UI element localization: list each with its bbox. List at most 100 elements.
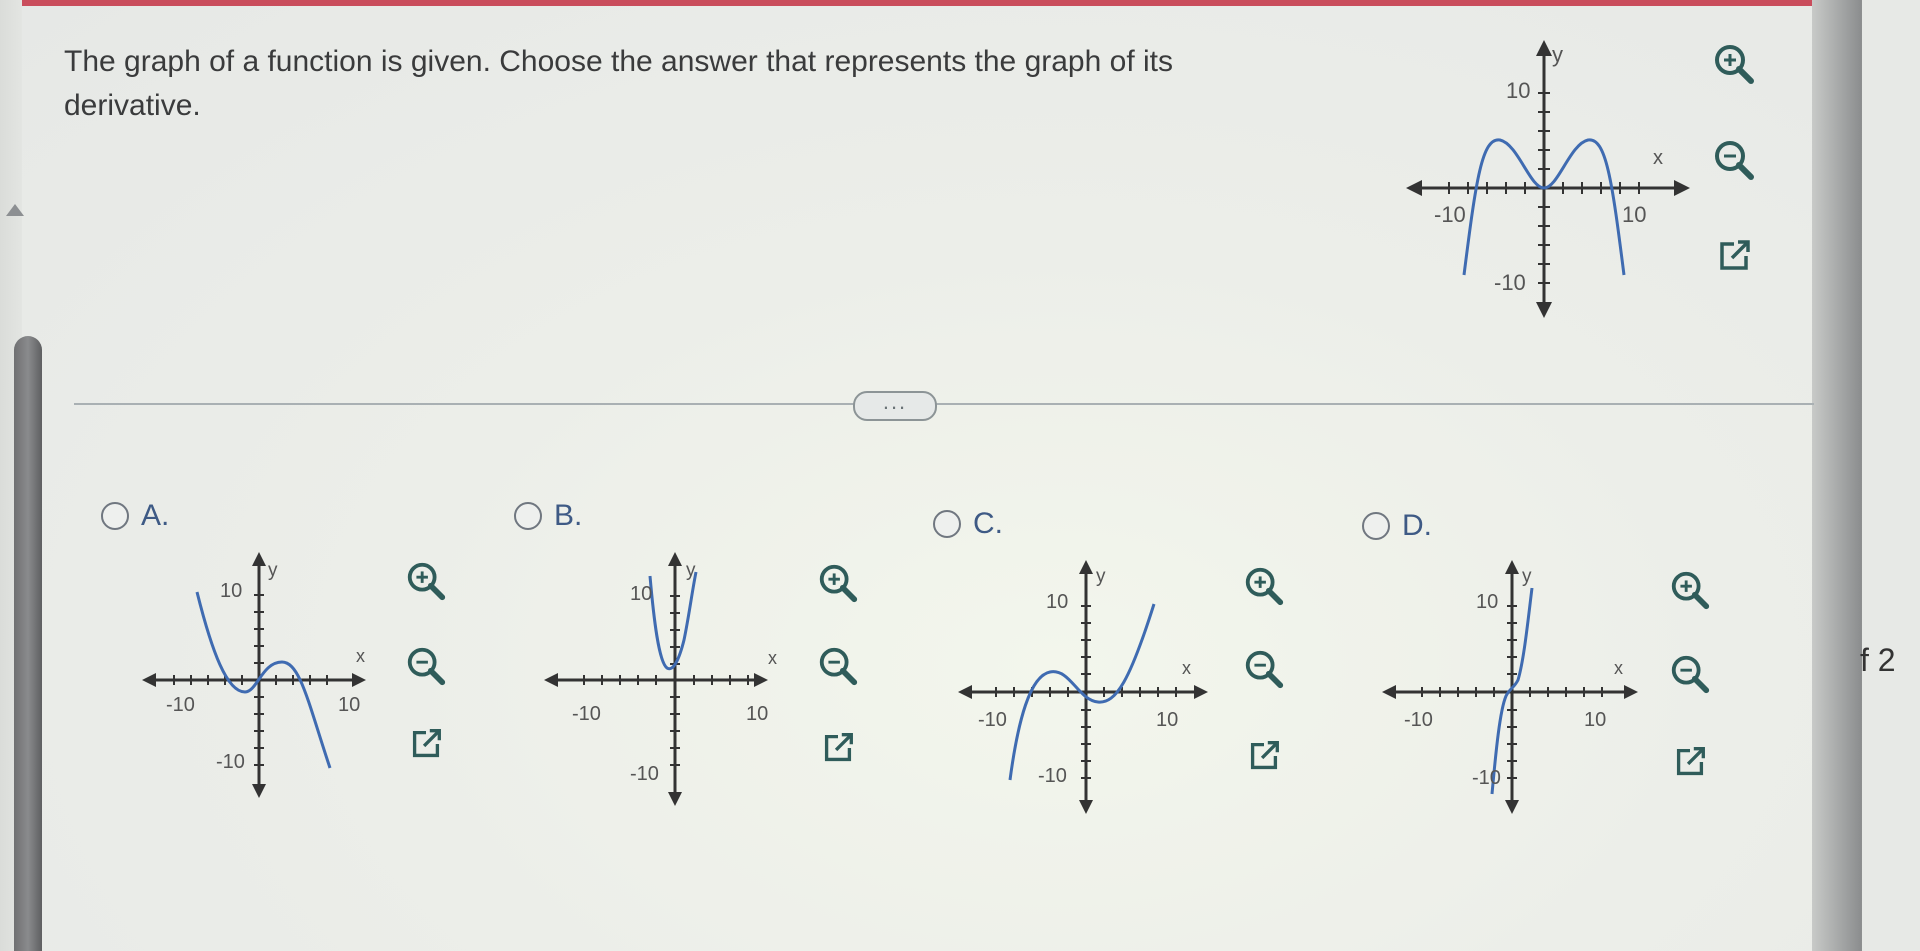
x-label-neg10: -10 [166,694,195,716]
x-axis-label: x [768,648,777,668]
question-line-1: The graph of a function is given. Choose… [64,45,1173,78]
section-divider [74,403,1814,405]
y-label-pos10: 10 [1506,78,1530,103]
x-label-pos10: 10 [1622,202,1646,227]
radio-circle-icon[interactable] [101,502,129,530]
x-axis-right-arrow [352,673,366,687]
question-line-2: derivative. [64,89,201,122]
option-c-zoom-in-button[interactable] [1238,560,1290,612]
x-axis-right-arrow [1674,180,1690,196]
radio-circle-icon[interactable] [1362,512,1390,540]
option-b-zoom-out-button[interactable] [812,640,864,692]
option-b-label: B. [554,499,583,532]
y-label-neg10: -10 [1494,270,1526,295]
open-new-window-icon [824,733,853,762]
radio-circle-icon[interactable] [933,510,961,538]
expand-ellipsis-button[interactable]: ... [853,391,937,421]
y-label-neg10: -10 [630,763,659,785]
side-page-text: f 2 [1860,642,1896,678]
x-label-pos10: 10 [338,694,360,716]
zoom-out-icon [1715,141,1754,180]
left-scrollbar[interactable] [14,336,42,951]
x-label-pos10: 10 [1584,709,1606,731]
zoom-out-icon [819,647,858,686]
option-b-zoom-in-button[interactable] [812,557,864,609]
collapse-arrow-icon[interactable] [6,204,24,216]
option-d-zoom-in-button[interactable] [1664,564,1716,616]
zoom-in-icon [1671,571,1710,610]
x-axis-label: x [1182,658,1191,678]
zoom-out-icon [407,647,446,686]
zoom-out-button[interactable] [1708,134,1760,186]
x-label-neg10: -10 [1404,709,1433,731]
open-new-window-icon [1250,741,1279,770]
option-c-radio[interactable]: C. [933,507,1003,541]
option-b-graph: y x 10 -10 10 -10 [544,552,777,812]
y-axis-down-arrow [1079,800,1093,814]
option-a-zoom-out-button[interactable] [400,640,452,692]
y-label-pos10: 10 [220,580,242,602]
y-axis-label: y [1522,566,1532,587]
x-axis-label: x [356,646,365,666]
zoom-in-icon [1715,45,1754,84]
option-d-label: D. [1402,509,1432,542]
x-axis-left-arrow [544,673,558,687]
y-axis-down-arrow [1536,302,1552,318]
x-label-pos10: 10 [746,703,768,725]
x-axis-left-arrow [958,685,972,699]
x-label-neg10: -10 [978,709,1007,731]
y-axis-up-arrow [252,552,266,566]
open-new-window-icon [412,729,441,758]
y-label-neg10: -10 [216,751,245,773]
y-label-pos10: 10 [630,583,652,605]
y-label-neg10: -10 [1038,765,1067,787]
question-text: The graph of a function is given. Choose… [64,40,1314,128]
option-a-zoom-in-button[interactable] [400,555,452,607]
x-axis-left-arrow [142,673,156,687]
option-a-graph: y x 10 -10 10 -10 [142,552,372,802]
open-new-window-button[interactable] [1708,230,1760,282]
x-axis-right-arrow [754,673,768,687]
x-axis-right-arrow [1194,685,1208,699]
y-axis-up-arrow [1505,560,1519,574]
zoom-in-button[interactable] [1708,38,1760,90]
y-axis-down-arrow [668,792,682,806]
zoom-out-icon [1671,655,1710,694]
option-c-label: C. [973,507,1003,540]
x-label-pos10: 10 [1156,709,1178,731]
open-new-window-icon [1676,747,1705,776]
y-axis-up-arrow [1079,560,1093,574]
y-axis-down-arrow [252,784,266,798]
option-b-open-new-window-button[interactable] [812,722,864,774]
option-c-zoom-out-button[interactable] [1238,643,1290,695]
option-d-graph: y x 10 -10 10 -10 [1382,560,1642,820]
option-a-radio[interactable]: A. [101,499,169,533]
y-axis-label: y [1096,566,1106,587]
given-function-graph: y x 10 -10 10 -10 [1406,40,1696,330]
radio-circle-icon[interactable] [514,502,542,530]
y-label-neg10: -10 [1472,767,1501,789]
option-c-open-new-window-button[interactable] [1238,730,1290,782]
option-d-zoom-out-button[interactable] [1664,648,1716,700]
y-axis-label: y [1552,42,1563,67]
option-a-open-new-window-button[interactable] [400,718,452,770]
option-a-label: A. [141,499,170,532]
top-accent-bar [0,0,1920,6]
x-axis-left-arrow [1382,685,1396,699]
x-label-neg10: -10 [572,703,601,725]
y-axis-down-arrow [1505,800,1519,814]
y-axis-up-arrow [1536,40,1552,56]
x-axis-right-arrow [1624,685,1638,699]
option-b-radio[interactable]: B. [514,499,582,533]
option-d-radio[interactable]: D. [1362,509,1432,543]
option-c-graph: y x 10 -10 10 -10 [958,560,1218,820]
ellipsis-text: ... [882,389,908,414]
option-d-open-new-window-button[interactable] [1664,736,1716,788]
y-label-pos10: 10 [1476,591,1498,613]
zoom-in-icon [407,562,446,601]
zoom-out-icon [1245,650,1284,689]
y-axis-label: y [686,560,696,581]
x-axis-left-arrow [1406,180,1422,196]
open-new-window-icon [1720,240,1750,270]
zoom-in-icon [819,564,858,603]
